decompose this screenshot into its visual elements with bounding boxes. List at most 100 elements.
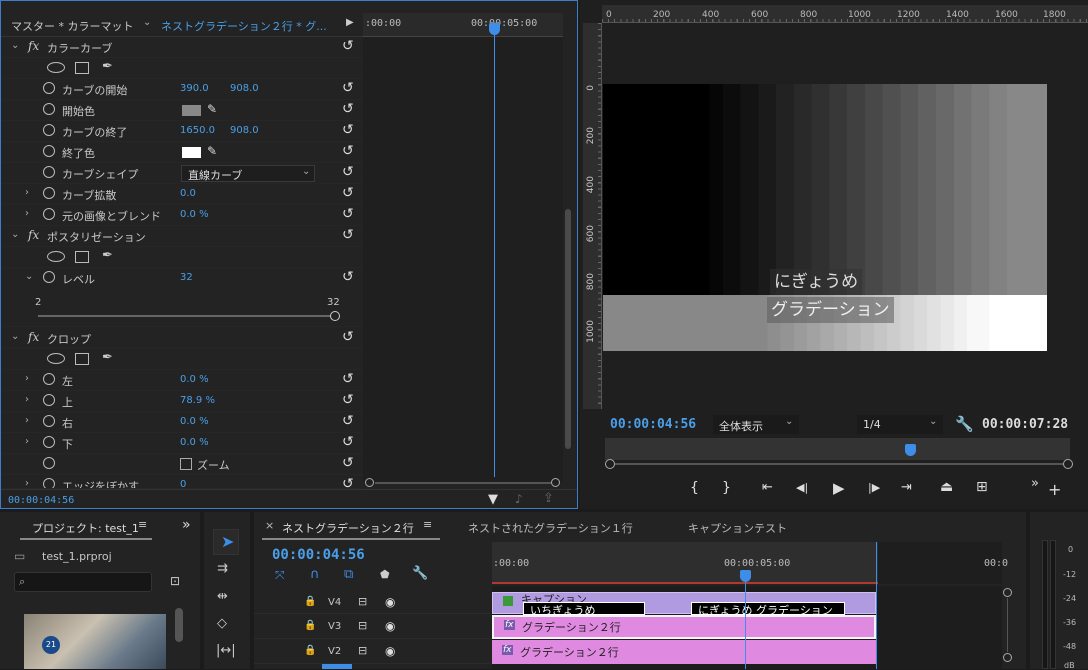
extract-icon[interactable]: ⊞ — [976, 479, 988, 495]
reset-icon[interactable]: ↺ — [342, 434, 354, 450]
lock-icon[interactable]: 🔒 — [304, 596, 316, 607]
razor-tool-icon[interactable]: ◇ — [217, 616, 227, 631]
project-scrollbar[interactable] — [175, 608, 183, 642]
stopwatch-icon[interactable] — [43, 145, 55, 157]
zoom-handle-left[interactable] — [365, 478, 374, 487]
level-slider[interactable]: 2 32 — [1, 289, 363, 327]
reset-icon[interactable]: ↺ — [342, 455, 354, 471]
chevron-down-icon[interactable]: ⌄ — [143, 17, 151, 28]
fx-icon[interactable]: fx — [28, 228, 39, 242]
stopwatch-icon[interactable] — [43, 478, 55, 488]
crop-top-value[interactable]: 78.9 % — [180, 395, 215, 406]
start-color-swatch[interactable] — [182, 105, 201, 116]
rectangle-mask-icon[interactable] — [75, 251, 89, 263]
chevron-right-icon[interactable]: › — [25, 394, 29, 405]
timeline-ruler-rest[interactable]: 00:0 — [878, 542, 1008, 584]
crop-right-value[interactable]: 0.0 % — [180, 416, 209, 427]
reset-icon[interactable]: ↺ — [342, 185, 354, 201]
more-controls-icon[interactable]: » — [1031, 476, 1039, 491]
timeline-timecode[interactable]: 00:00:04:56 — [272, 547, 365, 563]
play-icon[interactable]: ▶ — [833, 479, 845, 497]
nest-icon[interactable]: ⤧ — [275, 568, 285, 583]
chevron-right-icon[interactable]: › — [25, 187, 29, 198]
expand-panels-icon[interactable]: » — [182, 517, 191, 533]
v2-target-indicator[interactable] — [322, 664, 352, 669]
chevron-right-icon[interactable]: › — [25, 373, 29, 384]
lock-icon[interactable]: 🔒 — [304, 620, 316, 631]
reset-icon[interactable]: ↺ — [342, 164, 354, 180]
mini-timeline-zoom-bar[interactable] — [365, 478, 561, 488]
stopwatch-icon[interactable] — [43, 415, 55, 427]
level-value[interactable]: 32 — [180, 272, 193, 283]
feather-value[interactable]: 0 — [180, 479, 186, 488]
playhead-handle[interactable] — [489, 23, 500, 35]
rectangle-mask-icon[interactable] — [75, 353, 89, 365]
stopwatch-icon[interactable] — [43, 394, 55, 406]
zoom-checkbox[interactable] — [180, 458, 192, 470]
slip-tool-icon[interactable]: |↔| — [216, 643, 236, 658]
mini-timeline[interactable]: :00:00 00:00:05:00 — [363, 13, 563, 483]
timeline-tab-2[interactable]: キャプションテスト — [688, 520, 787, 536]
curve-spread-value[interactable]: 0.0 — [180, 188, 196, 199]
v2-clip[interactable]: fx グラデーション２行 — [492, 640, 876, 664]
chevron-down-icon[interactable]: ⌄ — [11, 229, 19, 240]
selection-tool-icon[interactable]: ➤ — [213, 529, 239, 555]
reset-icon[interactable]: ↺ — [342, 101, 354, 117]
ellipse-mask-icon[interactable] — [47, 353, 65, 364]
slider-track[interactable] — [38, 315, 332, 317]
ripple-edit-tool-icon[interactable]: ⇹ — [217, 589, 228, 604]
zoom-handle-right[interactable] — [551, 478, 560, 487]
reset-icon[interactable]: ↺ — [342, 122, 354, 138]
lock-icon[interactable]: 🔒 — [304, 645, 316, 656]
rectangle-mask-icon[interactable] — [75, 62, 89, 74]
reset-icon[interactable]: ↺ — [342, 413, 354, 429]
eyedropper-icon[interactable]: ✎ — [207, 144, 217, 158]
stopwatch-icon[interactable] — [43, 166, 55, 178]
reset-icon[interactable]: ↺ — [342, 143, 354, 159]
curve-shape-select[interactable]: 直線カーブ ⌄ — [181, 165, 315, 182]
timeline-tab-1[interactable]: ネストされたグラデーション１行 — [468, 520, 633, 536]
fx-icon[interactable]: fx — [28, 39, 39, 53]
stopwatch-icon[interactable] — [43, 103, 55, 115]
zoom-track[interactable] — [615, 463, 1063, 465]
step-forward-icon[interactable]: |▶ — [868, 481, 880, 494]
filter-icon[interactable]: ▼ — [488, 492, 498, 507]
close-icon[interactable]: × — [265, 519, 274, 532]
eye-icon[interactable]: ◉ — [385, 644, 395, 658]
zoom-handle-left[interactable] — [605, 459, 615, 469]
timeline-ruler[interactable]: :00:00 00:00:05:00 — [492, 542, 878, 584]
pen-mask-icon[interactable]: ✒ — [102, 350, 113, 365]
reset-icon[interactable]: ↺ — [342, 38, 354, 54]
video-frame[interactable]: にぎょうめ グラデーション — [603, 84, 1047, 351]
timeline-playhead-line[interactable] — [745, 582, 746, 669]
zoom-track[interactable] — [375, 482, 551, 484]
curve-start-x[interactable]: 390.0 — [180, 83, 209, 94]
project-search-input[interactable]: ⌕ — [14, 572, 152, 592]
stopwatch-icon[interactable] — [43, 457, 55, 469]
curve-end-x[interactable]: 1650.0 — [180, 125, 215, 136]
crop-bottom-value[interactable]: 0.0 % — [180, 437, 209, 448]
eyedropper-icon[interactable]: ✎ — [207, 102, 217, 116]
linked-selection-icon[interactable]: ⧉ — [344, 567, 353, 582]
color-curve-header[interactable]: ⌄ fx カラーカーブ ↺ — [1, 37, 363, 58]
caption-segment-1[interactable]: いちぎょうめ — [523, 602, 645, 617]
stopwatch-icon[interactable] — [43, 208, 55, 220]
resolution-select[interactable]: 1/4 ⌄ — [857, 415, 943, 434]
caption-clip[interactable]: キャプション いちぎょうめ にぎょうめ グラデーション — [492, 592, 876, 617]
step-back-icon[interactable]: ◀| — [796, 481, 808, 494]
chevron-right-icon[interactable]: › — [25, 415, 29, 426]
chevron-down-icon[interactable]: ⌄ — [11, 40, 19, 51]
reset-icon[interactable]: ↺ — [342, 329, 354, 345]
clip-label[interactable]: ネストグラデーション２行 * グ... — [161, 18, 327, 34]
fx-icon[interactable]: fx — [28, 330, 39, 344]
stopwatch-icon[interactable] — [43, 187, 55, 199]
chevron-down-icon[interactable]: ⌄ — [11, 331, 19, 342]
stopwatch-icon[interactable] — [43, 373, 55, 385]
zoom-handle-right[interactable] — [1063, 459, 1073, 469]
export-icon[interactable]: ⇪ — [543, 491, 554, 506]
reset-icon[interactable]: ↺ — [342, 227, 354, 243]
scrub-bar[interactable] — [605, 438, 1070, 460]
play-triangle-icon[interactable]: ▶ — [346, 17, 354, 28]
curve-start-y[interactable]: 908.0 — [230, 83, 259, 94]
effect-controls-timecode[interactable]: 00:00:04:56 — [8, 495, 74, 506]
